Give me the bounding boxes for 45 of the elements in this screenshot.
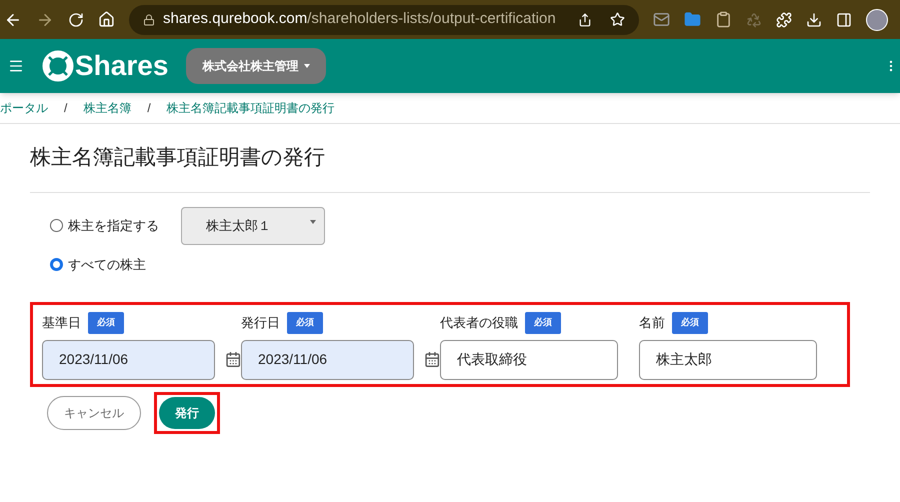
field-label: 代表者の役職: [440, 314, 518, 332]
lifebuoy-logo-icon: [42, 50, 74, 82]
page-title: 株主名簿記載事項証明書の発行: [30, 142, 870, 192]
breadcrumb-link[interactable]: ポータル: [0, 99, 48, 117]
breadcrumb-link[interactable]: 株主名簿記載事項証明書の発行: [166, 99, 335, 117]
logo-text: Shares: [75, 49, 168, 83]
breadcrumb-separator: /: [147, 100, 151, 117]
url-text: shares.qurebook.com/shareholders-lists/output-certification: [163, 9, 556, 30]
field-label: 基準日: [42, 314, 81, 332]
extensions-icon[interactable]: [776, 12, 792, 28]
date-field[interactable]: 2023/11/06: [42, 340, 215, 380]
breadcrumb-link[interactable]: 株主名簿: [83, 99, 132, 117]
home-icon[interactable]: [98, 11, 115, 28]
side-panel-icon[interactable]: [836, 12, 852, 28]
breadcrumb-separator: /: [64, 100, 68, 117]
radio-button[interactable]: [50, 219, 63, 232]
reload-icon[interactable]: [68, 12, 84, 28]
date-field[interactable]: 2023/11/06: [241, 340, 414, 380]
profile-avatar[interactable]: [866, 8, 888, 30]
radio-option[interactable]: 株主を指定する: [50, 216, 159, 236]
company-dropdown[interactable]: 株式会社株主管理: [186, 48, 326, 84]
calendar-icon[interactable]: [424, 351, 440, 368]
lock-icon: [143, 14, 155, 26]
bookmark-star-icon[interactable]: [610, 12, 625, 27]
menu-icon[interactable]: [8, 58, 24, 74]
text-field[interactable]: 株主太郎: [639, 340, 817, 380]
issue-button[interactable]: 発行: [159, 396, 215, 428]
address-bar[interactable]: shares.qurebook.com/shareholders-lists/output-certification: [129, 4, 639, 34]
download-icon[interactable]: [806, 12, 822, 28]
mail-icon[interactable]: [653, 11, 670, 28]
cancel-button[interactable]: キャンセル: [47, 396, 141, 430]
required-badge: 必須: [287, 312, 323, 334]
share-icon[interactable]: [578, 12, 592, 26]
text-field[interactable]: 代表取締役: [440, 340, 618, 380]
required-badge: 必須: [525, 312, 561, 334]
required-badge: 必須: [88, 312, 124, 334]
folder-icon[interactable]: [684, 11, 701, 28]
required-badge: 必須: [672, 312, 708, 334]
clipboard-icon[interactable]: [715, 11, 732, 28]
radio-button[interactable]: [50, 258, 63, 271]
radio-option[interactable]: すべての株主: [50, 254, 146, 274]
field-label: 名前: [639, 314, 665, 332]
calendar-icon[interactable]: [224, 351, 241, 368]
field-label: 発行日: [241, 314, 280, 332]
shareholder-select[interactable]: 株主太郎１: [181, 206, 325, 244]
